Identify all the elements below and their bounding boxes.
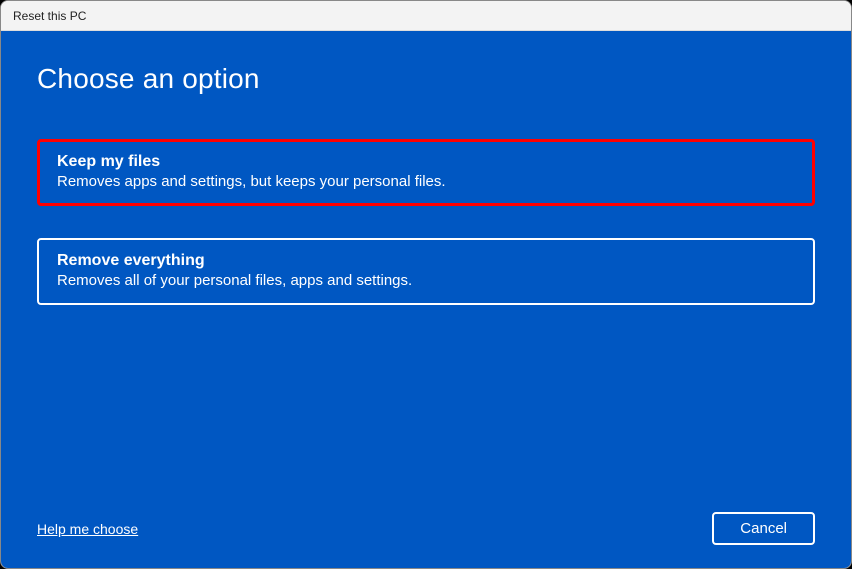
option-description: Removes all of your personal files, apps…: [57, 272, 795, 289]
option-remove-everything[interactable]: Remove everything Removes all of your pe…: [37, 238, 815, 305]
dialog-content: Choose an option Keep my files Removes a…: [1, 31, 851, 569]
help-me-choose-link[interactable]: Help me choose: [37, 521, 138, 537]
dialog-window: Reset this PC Choose an option Keep my f…: [0, 0, 852, 569]
page-heading: Choose an option: [37, 63, 815, 95]
titlebar: Reset this PC: [1, 1, 851, 31]
option-description: Removes apps and settings, but keeps you…: [57, 173, 795, 190]
dialog-footer: Help me choose Cancel: [37, 512, 815, 545]
option-title: Remove everything: [57, 252, 795, 270]
option-title: Keep my files: [57, 153, 795, 171]
option-keep-my-files[interactable]: Keep my files Removes apps and settings,…: [37, 139, 815, 206]
cancel-button[interactable]: Cancel: [712, 512, 815, 545]
window-title: Reset this PC: [13, 9, 86, 23]
